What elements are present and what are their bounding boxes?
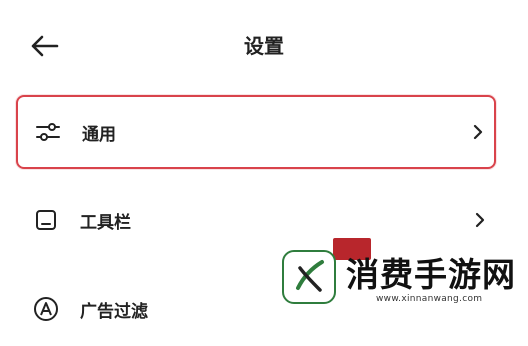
settings-item-label: 工具栏 (80, 212, 131, 233)
settings-item-label: 广告过滤 (80, 301, 148, 322)
chevron-right-icon (470, 122, 486, 142)
settings-item-label: 通用 (82, 124, 116, 145)
toolbar-icon (32, 206, 60, 234)
settings-item-general[interactable]: 通用 (16, 95, 496, 169)
watermark-logo-icon (282, 250, 336, 304)
watermark-url: www.xinnanwang.com (376, 294, 483, 304)
watermark-text: 消费手游网 (346, 255, 516, 294)
watermark: 消费手游网 www.xinnanwang.com (278, 238, 528, 311)
chevron-right-icon (472, 210, 488, 230)
sliders-icon (34, 118, 62, 146)
page-title: 设置 (244, 34, 284, 58)
ad-filter-icon (32, 295, 60, 323)
header-bar: 设置 (0, 0, 528, 90)
